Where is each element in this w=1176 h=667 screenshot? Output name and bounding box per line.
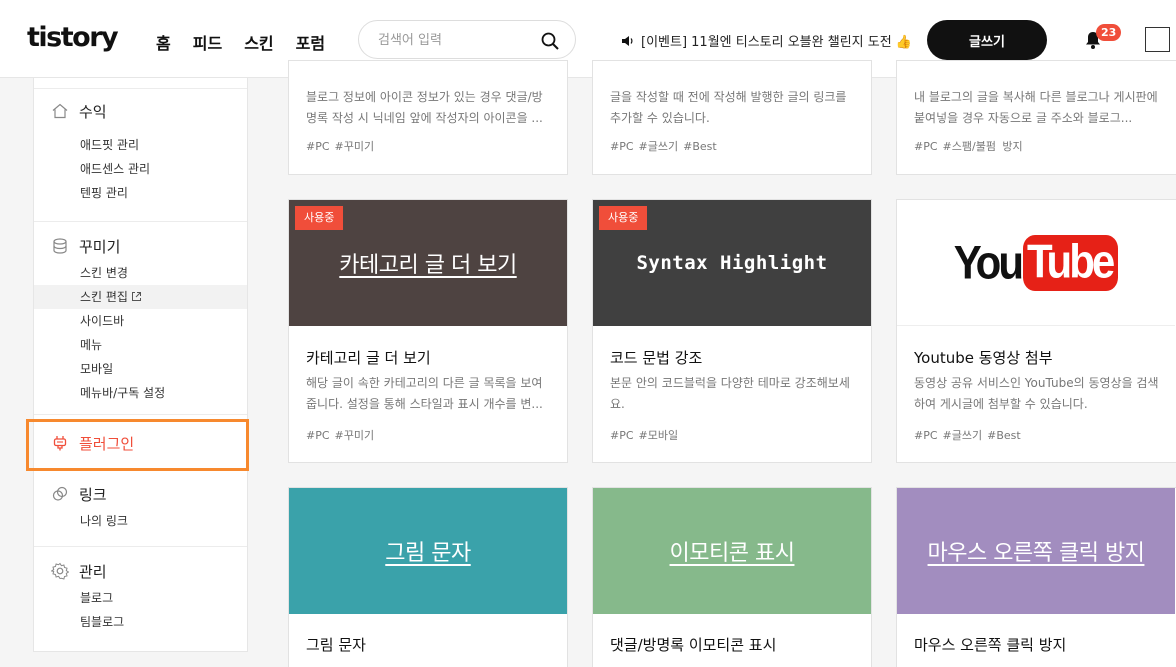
- plugin-card[interactable]: 블로그 정보에 아이콘 정보가 있는 경우 댓글/방명록 작성 시 닉네임 앞에…: [288, 60, 568, 175]
- card-thumbnail: You Tube: [897, 200, 1175, 326]
- sidebar-item-team-blog[interactable]: 팀블로그: [34, 610, 247, 634]
- nav-skin[interactable]: 스킨: [244, 30, 273, 54]
- tag[interactable]: #모바일: [639, 429, 679, 442]
- sidebar-item-skin-edit[interactable]: 스킨 편집: [34, 285, 247, 309]
- sidebar-section-revenue: 수익 애드핏 관리 애드센스 관리 텐핑 관리: [34, 88, 247, 205]
- sidebar-item-mobile[interactable]: 모바일: [34, 357, 247, 381]
- sidebar-item-adfit[interactable]: 애드핏 관리: [34, 133, 247, 157]
- card-description: 동영상 공유 서비스인 YouTube의 동영상을 검색하여 게시글에 첨부할 …: [914, 376, 1159, 411]
- sidebar-item-menubar[interactable]: 메뉴바/구독 설정: [34, 381, 247, 405]
- card-title: 그림 문자: [306, 636, 366, 654]
- sidebar-item-blog[interactable]: 블로그: [34, 586, 247, 610]
- sidebar-item-my-link[interactable]: 나의 링크: [34, 509, 247, 533]
- sidebar-head-manage[interactable]: 관리: [34, 559, 247, 583]
- sidebar-section-decorate: 꾸미기 스킨 변경 스킨 편집 사이드바 메뉴 모바일 메뉴바/구독 설정: [34, 221, 247, 405]
- plugin-card[interactable]: 글을 작성할 때 전에 작성해 발행한 글의 링크를 추가할 수 있습니다. #…: [592, 60, 872, 175]
- tag[interactable]: #PC: [306, 140, 330, 153]
- link-icon: [52, 486, 68, 501]
- sidebar-item-skin-change[interactable]: 스킨 변경: [34, 261, 247, 285]
- event-notice-text: [이벤트] 11월엔 티스토리 오블완 챌린지 도전 👍: [641, 35, 912, 50]
- plugin-highlight-box: [26, 419, 249, 471]
- in-use-badge: 사용중: [599, 206, 648, 230]
- plugin-card-youtube[interactable]: You Tube Youtube 동영상 첨부 동영상 공유 서비스인 YouT…: [896, 199, 1176, 463]
- house-icon: [52, 103, 68, 119]
- sidebar-item-sidebar[interactable]: 사이드바: [34, 309, 247, 333]
- main-nav: 홈 피드 스킨 포럼: [156, 30, 325, 54]
- plugin-card[interactable]: 내 블로그의 글을 복사해 다른 블로그나 게시판에 붙여넣을 경우 자동으로 …: [896, 60, 1176, 175]
- card-title: 댓글/방명록 이모티콘 표시: [610, 636, 777, 654]
- tag[interactable]: #PC: [306, 429, 330, 442]
- card-title: Youtube 동영상 첨부: [914, 349, 1053, 367]
- card-title: 코드 문법 강조: [610, 349, 703, 367]
- tag[interactable]: #꾸미기: [335, 429, 375, 442]
- nav-feed[interactable]: 피드: [193, 30, 222, 54]
- search-box: [358, 20, 576, 59]
- card-thumbnail: 마우스 오른쪽 클릭 방지: [897, 488, 1175, 614]
- plugin-card-emoticon[interactable]: 이모티콘 표시 댓글/방명록 이모티콘 표시: [592, 487, 872, 667]
- sidebar-head-decorate[interactable]: 꾸미기: [34, 234, 247, 258]
- sidebar-head-revenue[interactable]: 수익: [34, 99, 247, 123]
- tag[interactable]: #Best: [683, 140, 717, 153]
- card-thumbnail: 이모티콘 표시: [593, 488, 871, 614]
- search-input[interactable]: [378, 30, 538, 50]
- external-link-icon: [131, 292, 141, 301]
- notification-badge: 23: [1096, 24, 1122, 41]
- speaker-icon: [622, 35, 633, 46]
- plugin-card-syntax-highlight[interactable]: Syntax Highlight 사용중 코드 문법 강조 본문 안의 코드블럭…: [592, 199, 872, 463]
- search-icon[interactable]: [540, 31, 560, 51]
- nav-forum[interactable]: 포럼: [296, 30, 325, 54]
- tag[interactable]: #스팸/불펌 방지: [943, 140, 1023, 153]
- event-notice[interactable]: [이벤트] 11월엔 티스토리 오블완 챌린지 도전 👍: [621, 31, 912, 50]
- card-thumbnail: 그림 문자: [289, 488, 567, 614]
- sidebar-section-link: 링크 나의 링크: [34, 469, 247, 533]
- tistory-logo[interactable]: tistory: [27, 22, 119, 53]
- write-post-button[interactable]: 글쓰기: [927, 20, 1047, 60]
- avatar[interactable]: [1145, 27, 1170, 52]
- sidebar: 수익 애드핏 관리 애드센스 관리 텐핑 관리 꾸미기 스킨 변경 스킨 편집 …: [33, 78, 248, 652]
- tag[interactable]: #꾸미기: [335, 140, 375, 153]
- sidebar-item-tenping[interactable]: 텐핑 관리: [34, 181, 247, 205]
- card-title: 마우스 오른쪽 클릭 방지: [914, 636, 1067, 654]
- tag[interactable]: #PC: [914, 429, 938, 442]
- sidebar-item-adsense[interactable]: 애드센스 관리: [34, 157, 247, 181]
- sidebar-item-menu[interactable]: 메뉴: [34, 333, 247, 357]
- settings-icon: [51, 562, 69, 580]
- plugin-card-right-click-block[interactable]: 마우스 오른쪽 클릭 방지 마우스 오른쪽 클릭 방지: [896, 487, 1176, 667]
- plugin-card-emoji[interactable]: 그림 문자 그림 문자: [288, 487, 568, 667]
- palette-icon: [53, 238, 67, 254]
- plugin-card-category-posts[interactable]: 카테고리 글 더 보기 사용중 카테고리 글 더 보기 해당 글이 속한 카테고…: [288, 199, 568, 463]
- nav-home[interactable]: 홈: [156, 30, 171, 54]
- sidebar-section-manage: 관리 블로그 팀블로그: [34, 546, 247, 634]
- tag[interactable]: #PC: [914, 140, 938, 153]
- card-title: 카테고리 글 더 보기: [306, 349, 431, 367]
- tag[interactable]: #Best: [987, 429, 1021, 442]
- card-description: 본문 안의 코드블럭을 다양한 테마로 강조해보세요.: [610, 376, 850, 411]
- tag[interactable]: #PC: [610, 140, 634, 153]
- youtube-logo: You Tube: [954, 234, 1119, 291]
- sidebar-head-link[interactable]: 링크: [34, 482, 247, 506]
- tag[interactable]: #글쓰기: [639, 140, 679, 153]
- tag[interactable]: #글쓰기: [943, 429, 983, 442]
- in-use-badge: 사용중: [295, 206, 344, 230]
- tag[interactable]: #PC: [610, 429, 634, 442]
- card-description: 해당 글이 속한 카테고리의 다른 글 목록을 보여줍니다. 설정을 통해 스타…: [306, 376, 543, 411]
